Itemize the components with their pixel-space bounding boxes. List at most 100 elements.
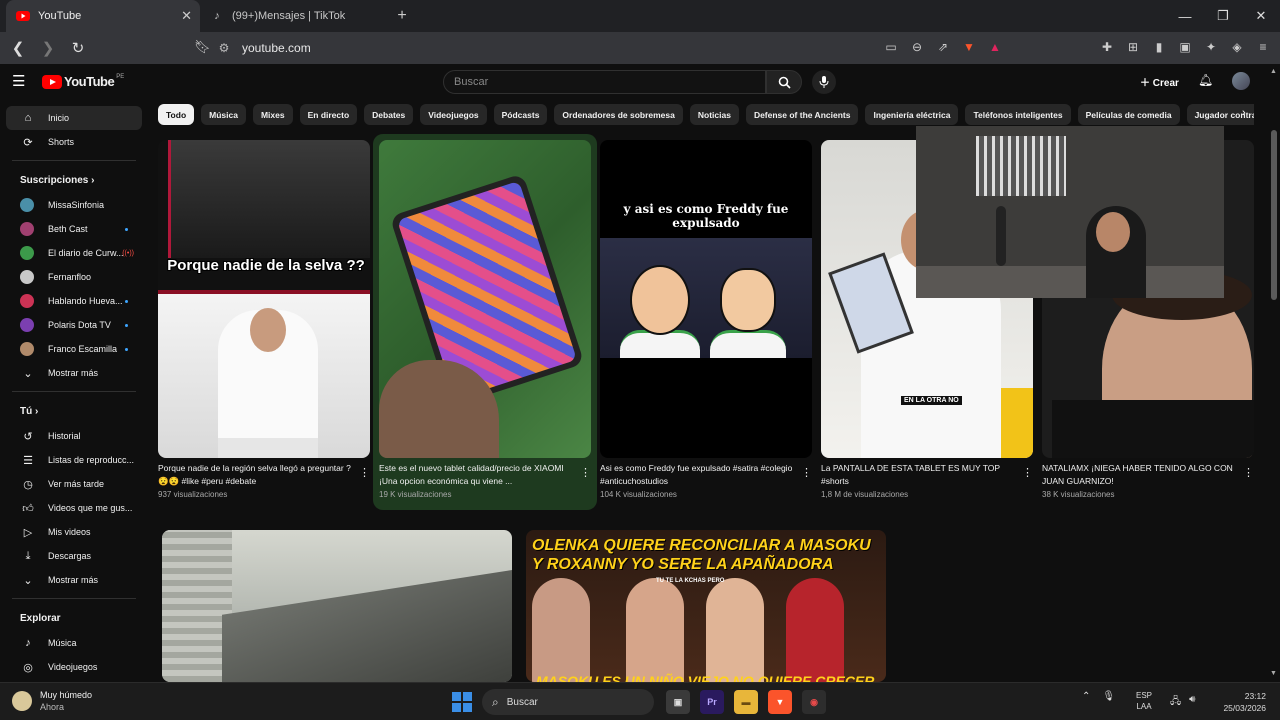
leo-ai-icon[interactable]: ✦ (1200, 36, 1222, 58)
sidebar-item-watch-later[interactable]: ◷ Ver más tarde (6, 472, 142, 496)
more-options-icon[interactable]: ⋮ (359, 466, 370, 479)
chip[interactable]: Teléfonos inteligentes (965, 104, 1071, 125)
share-icon[interactable]: ⇗ (932, 36, 954, 58)
tab-youtube[interactable]: YouTube ✕ (6, 0, 200, 32)
brave-shields-icon[interactable]: ▼ (958, 36, 980, 58)
account-avatar[interactable] (1232, 72, 1250, 90)
sidebar-icon[interactable]: ▮ (1148, 36, 1170, 58)
brave-browser-icon[interactable]: ▼ (768, 690, 792, 714)
network-icon[interactable]: 🖧︎ (1170, 694, 1181, 711)
chip[interactable]: Ordenadores de sobremesa (554, 104, 683, 125)
sidebar-item-inicio[interactable]: ⌂ Inicio (6, 106, 142, 130)
more-options-icon[interactable]: ⋮ (1022, 466, 1033, 479)
extensions-icon[interactable]: ✚ (1096, 36, 1118, 58)
video-thumbnail[interactable]: y asi es como Freddy fue expulsado (600, 140, 812, 458)
tab-tiktok[interactable]: ♪ (99+)Mensajes | TikTok (200, 0, 390, 32)
video-title[interactable]: La PANTALLA DE ESTA TABLET ES MUY TOP #s… (821, 462, 1033, 488)
forward-icon[interactable]: ❯ (36, 39, 60, 57)
search-input[interactable]: Buscar (443, 70, 766, 94)
sidebar-item-my-videos[interactable]: ▷ Mis videos (6, 520, 142, 544)
chevron-up-icon[interactable]: ⌃ (1082, 691, 1090, 702)
chip[interactable]: Debates (364, 104, 414, 125)
chips-next-icon[interactable]: › (1242, 107, 1246, 119)
you-heading[interactable]: Tú › (6, 398, 142, 424)
sidebar-channel[interactable]: Fernanfloo (6, 265, 142, 289)
sidebar-item-liked[interactable]: 👍︎ Videos que me gus... (6, 496, 142, 520)
clock[interactable]: 23:12 25/03/2026 (1212, 690, 1266, 714)
video-title[interactable]: NATALIAMX ¡NIEGA HABER TENIDO ALGO CON J… (1042, 462, 1254, 488)
close-window-icon[interactable]: ✕ (1242, 0, 1280, 32)
guide-menu-icon[interactable]: ☰ (12, 72, 30, 90)
sidebar-channel[interactable]: Beth Cast (6, 217, 142, 241)
chip[interactable]: Videojuegos (420, 104, 487, 125)
scroll-down-icon[interactable]: ▼ (1270, 670, 1277, 677)
video-thumbnail[interactable]: OLENKA QUIERE RECONCILIAR A MASOKU Y ROX… (526, 530, 886, 682)
scrollbar-thumb[interactable] (1271, 130, 1277, 300)
sidebar-channel[interactable]: MissaSinfonia (6, 193, 142, 217)
sidebar-channel[interactable]: Franco Escamilla (6, 337, 142, 361)
notifications-bell-icon[interactable]: 🔔︎ (1198, 73, 1213, 87)
site-settings-icon[interactable]: ⚙ (216, 41, 232, 55)
premiere-pro-icon[interactable]: Pr (700, 690, 724, 714)
weather-widget[interactable]: Muy húmedo Ahora (12, 689, 92, 713)
sidebar-channel[interactable]: Polaris Dota TV (6, 313, 142, 337)
chip[interactable]: Ingeniería eléctrica (865, 104, 959, 125)
video-thumbnail[interactable]: Porque nadie de la selva ?? (158, 140, 370, 458)
minimize-icon[interactable]: — (1166, 0, 1204, 32)
close-tab-icon[interactable]: ✕ (181, 8, 192, 24)
wallet-icon[interactable]: ▣ (1174, 36, 1196, 58)
language-indicator[interactable]: ESP LAA (1136, 690, 1152, 712)
taskbar-search[interactable]: ⌕ Buscar (482, 689, 654, 715)
video-title[interactable]: Porque nadie de la región selva llegó a … (158, 462, 370, 488)
sidebar-item-downloads[interactable]: ⤓ Descargas (6, 544, 142, 568)
scroll-up-icon[interactable]: ▲ (1270, 68, 1277, 75)
sidebar-show-more[interactable]: ⌄ Mostrar más (6, 568, 142, 592)
app-icon[interactable]: ◉ (802, 690, 826, 714)
video-title[interactable]: Este es el nuevo tablet calidad/precio d… (379, 462, 591, 488)
video-card[interactable]: Este es el nuevo tablet calidad/precio d… (379, 140, 591, 499)
cast-icon[interactable]: ▭ (880, 36, 902, 58)
chip[interactable]: Mixes (252, 104, 293, 125)
video-thumbnail[interactable] (162, 530, 512, 682)
zoom-icon[interactable]: ⊖ (906, 36, 928, 58)
chip[interactable]: Pódcasts (493, 104, 548, 125)
video-card[interactable]: y asi es como Freddy fue expulsado Asi e… (600, 140, 812, 499)
more-options-icon[interactable]: ⋮ (1243, 466, 1254, 479)
chip[interactable]: Noticias (689, 104, 739, 125)
menu-icon[interactable]: ≡ (1252, 36, 1274, 58)
brave-rewards-icon[interactable]: ▲ (984, 36, 1006, 58)
vpn-icon[interactable]: ◈ (1226, 36, 1248, 58)
chip[interactable]: En directo (299, 104, 358, 125)
more-options-icon[interactable]: ⋮ (801, 466, 812, 479)
video-title[interactable]: Asi es como Freddy fue expulsado #satira… (600, 462, 812, 488)
sidebar-channel[interactable]: Hablando Hueva... (6, 289, 142, 313)
volume-icon[interactable]: 🔊︎ (1189, 694, 1195, 711)
reload-icon[interactable]: ↻ (66, 39, 90, 57)
windows-start-icon[interactable] (452, 692, 472, 712)
chip[interactable]: Defense of the Ancients (745, 104, 859, 125)
voice-search-button[interactable] (812, 70, 836, 94)
video-card[interactable]: Porque nadie de la selva ?? Porque nadie… (158, 140, 370, 499)
maximize-icon[interactable]: ❐ (1204, 0, 1242, 32)
sidebar-item-historial[interactable]: ↺ Historial (6, 424, 142, 448)
task-view-icon[interactable]: ▣ (666, 690, 690, 714)
new-tab-button[interactable]: + (390, 7, 414, 25)
chip[interactable]: Música (201, 104, 246, 125)
more-options-icon[interactable]: ⋮ (580, 466, 591, 479)
sidebar-item-gaming[interactable]: ◎ Videojuegos (6, 655, 142, 679)
sidebar-channel[interactable]: El diario de Curw... ((•)) (6, 241, 142, 265)
page-scrollbar[interactable]: ▲ ▼ (1268, 64, 1280, 682)
bookmark-icon[interactable]: 🔖︎ (194, 39, 211, 55)
chip[interactable]: Películas de comedia (1077, 104, 1180, 125)
sidebar-item-playlists[interactable]: ☰ Listas de reproducc... (6, 448, 142, 472)
sidebar-item-shorts[interactable]: ⟳ Shorts (6, 130, 142, 154)
video-thumbnail[interactable] (379, 140, 591, 458)
tab-search-icon[interactable]: ⊞ (1122, 36, 1144, 58)
youtube-logo[interactable]: YouTube PE (42, 74, 124, 89)
file-explorer-icon[interactable]: ▬ (734, 690, 758, 714)
subscriptions-heading[interactable]: Suscripciones › (6, 167, 142, 193)
chip-todo[interactable]: Todo (158, 104, 195, 125)
sidebar-item-music[interactable]: ♪ Música (6, 631, 142, 655)
create-button[interactable]: ＋ Crear (1140, 74, 1179, 89)
back-icon[interactable]: ❮ (6, 39, 30, 57)
